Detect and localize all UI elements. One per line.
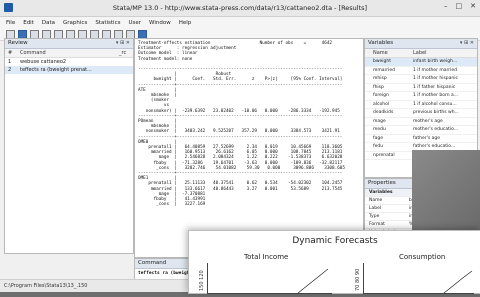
variable-row[interactable]: mmarried 1 if mother married	[365, 67, 477, 75]
graph-subtitle-income: Total Income	[244, 253, 289, 261]
y-tick-labels: 150 120	[199, 270, 205, 291]
variable-row[interactable]: fage father's age	[365, 135, 477, 143]
menu-file[interactable]: File	[6, 20, 15, 26]
menu-data[interactable]: Data	[42, 20, 55, 26]
menu-edit[interactable]: Edit	[23, 20, 34, 26]
y-tick-labels: 70 80 90	[355, 268, 361, 291]
results-output: Treatment-effects estimation Number of o…	[138, 41, 345, 208]
review-pane: Review ▾ ⊞ ✕ # Command _rc 1 webuse catt…	[4, 38, 134, 254]
variable-row[interactable]: bweight infant birth weigh...	[365, 58, 477, 67]
menu-bar: File Edit Data Graphics Statistics User …	[0, 17, 480, 28]
graph-subtitle-consumption: Consumption	[399, 253, 446, 261]
variable-row[interactable]: alcohol 1 if alcohol consu...	[365, 101, 477, 109]
review-header: Review ▾ ⊞ ✕	[5, 39, 133, 49]
graph-title: Dynamic Forecasts	[292, 236, 378, 246]
variable-row[interactable]: foreign 1 if mother born a...	[365, 92, 477, 101]
plot-panel	[363, 263, 474, 294]
forecast-line	[443, 270, 473, 294]
variable-row[interactable]: mhisp 1 if mother hispanic	[365, 75, 477, 84]
variable-row[interactable]: mage mother's age	[365, 118, 477, 126]
pane-controls-icon[interactable]: ▾ ⊞ ✕	[460, 39, 474, 48]
close-icon[interactable]: ✕	[470, 2, 476, 10]
graph-window[interactable]: Dynamic Forecasts Total Income Consumpti…	[188, 230, 480, 294]
variables-header: Variables ▾ ⊞ ✕	[365, 39, 477, 49]
review-columns: # Command _rc	[5, 49, 133, 58]
menu-graphics[interactable]: Graphics	[63, 20, 87, 26]
variable-row[interactable]: medu mother's educatio...	[365, 126, 477, 135]
maximize-icon[interactable]: □	[456, 2, 463, 10]
review-row[interactable]: 2 teffects ra (bweight prenat...	[5, 66, 133, 74]
forecast-line	[297, 268, 329, 294]
variable-row[interactable]: deadkids previous births wh...	[365, 109, 477, 118]
menu-user[interactable]: User	[128, 20, 141, 26]
results-pane: Treatment-effects estimation Number of o…	[134, 38, 364, 258]
menu-window[interactable]: Window	[149, 20, 171, 26]
variable-row[interactable]: fhisp 1 if father hispanic	[365, 84, 477, 92]
review-row[interactable]: 1 webuse cattaneo2	[5, 58, 133, 66]
variables-columns: Name Label	[365, 49, 477, 58]
title-bar: Stata/MP 13.0 - http://www.stata-press.c…	[0, 0, 480, 17]
pane-controls-icon[interactable]: ▾ ⊞ ✕	[116, 39, 130, 48]
minimize-icon[interactable]: –	[444, 2, 448, 10]
plot-panel	[207, 263, 332, 294]
window-title: Stata/MP 13.0 - http://www.stata-press.c…	[112, 4, 368, 12]
menu-help[interactable]: Help	[179, 20, 192, 26]
menu-statistics[interactable]: Statistics	[95, 20, 120, 26]
